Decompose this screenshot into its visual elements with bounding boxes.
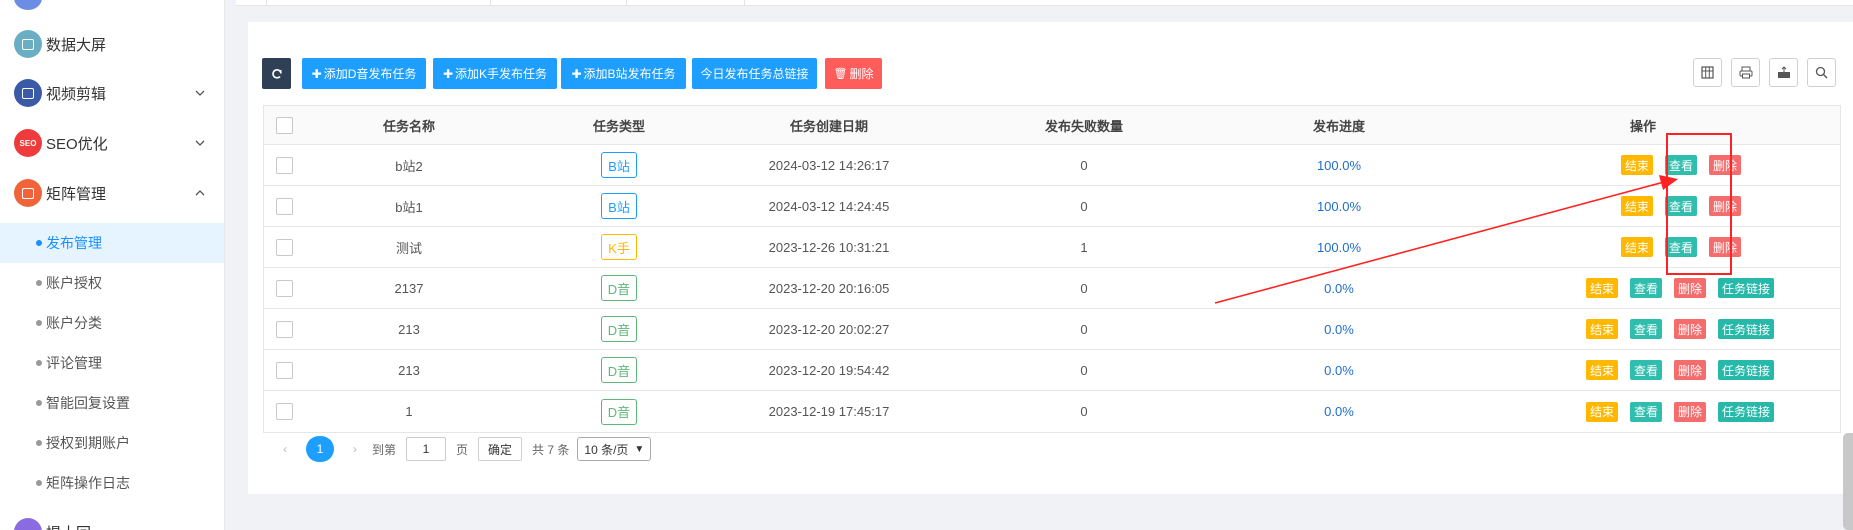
scrollbar[interactable] bbox=[1843, 433, 1853, 530]
annotation-arrow bbox=[1214, 175, 1678, 304]
